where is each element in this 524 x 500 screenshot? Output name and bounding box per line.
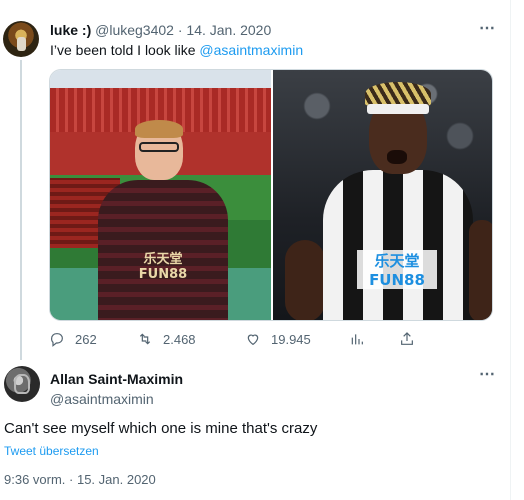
reply-text: Can't see myself which one is mine that'…	[4, 420, 318, 437]
author-avatar[interactable]	[3, 21, 39, 57]
author-handle[interactable]: @lukeg3402	[95, 22, 174, 38]
tweet-text: I’ve been told I look like @asaintmaximi…	[50, 42, 303, 58]
tweet-body: I’ve been told I look like	[50, 42, 200, 58]
timeline-border	[510, 0, 524, 500]
tweet-media: 乐天堂 FUN88 乐天堂 FUN88	[49, 69, 493, 321]
player-headband	[367, 104, 429, 114]
mention-link[interactable]: @asaintmaximin	[199, 42, 303, 58]
tweet-header: luke :) @lukeg3402 · 14. Jan. 2020	[50, 22, 271, 38]
media-photo-player[interactable]: 乐天堂 FUN88	[273, 70, 492, 320]
share-button[interactable]	[399, 331, 415, 347]
retweet-icon	[139, 333, 151, 345]
fan-glasses	[139, 142, 179, 152]
author-display-name[interactable]: luke :)	[50, 22, 91, 38]
reply-timestamp[interactable]: 9:36 vorm. · 15. Jan. 2020	[4, 472, 156, 487]
analytics-icon	[351, 334, 363, 345]
reply-icon	[51, 333, 63, 347]
tweet-date[interactable]: 14. Jan. 2020	[186, 22, 271, 38]
retweet-count: 2.468	[163, 331, 196, 347]
like-count: 19.945	[271, 331, 311, 347]
player-hair	[365, 82, 431, 106]
fan-shirt-sponsor: 乐天堂 FUN88	[138, 252, 188, 282]
tweet-actions-bar: 262 2.468 19.945	[49, 331, 469, 351]
header-separator: ·	[177, 22, 183, 38]
share-icon	[401, 332, 413, 345]
player-shirt	[323, 170, 473, 320]
player-left-arm	[285, 240, 325, 320]
views-button[interactable]	[349, 331, 365, 347]
fan-hair	[135, 120, 183, 138]
reply-more-options-icon[interactable]: ⋯	[479, 364, 496, 384]
translate-tweet-link[interactable]: Tweet übersetzen	[4, 444, 99, 458]
thread-connector-line	[20, 60, 22, 360]
reply-author-avatar[interactable]	[4, 366, 40, 402]
player-shirt-sponsor: 乐天堂 FUN88	[357, 250, 437, 289]
reply-count: 262	[75, 331, 97, 347]
media-photo-fan[interactable]: 乐天堂 FUN88	[50, 70, 271, 320]
more-options-icon[interactable]: ⋯	[479, 18, 496, 38]
like-button[interactable]: 19.945	[245, 331, 311, 347]
retweet-button[interactable]: 2.468	[137, 331, 196, 347]
reply-button[interactable]: 262	[49, 331, 97, 347]
reply-author-handle[interactable]: @asaintmaximin	[50, 389, 183, 409]
heart-icon	[247, 334, 259, 346]
reply-header: Allan Saint-Maximin @asaintmaximin	[50, 369, 183, 409]
player-mouth	[387, 150, 407, 164]
reply-author-display-name[interactable]: Allan Saint-Maximin	[50, 369, 183, 389]
player-right-arm	[469, 220, 492, 320]
